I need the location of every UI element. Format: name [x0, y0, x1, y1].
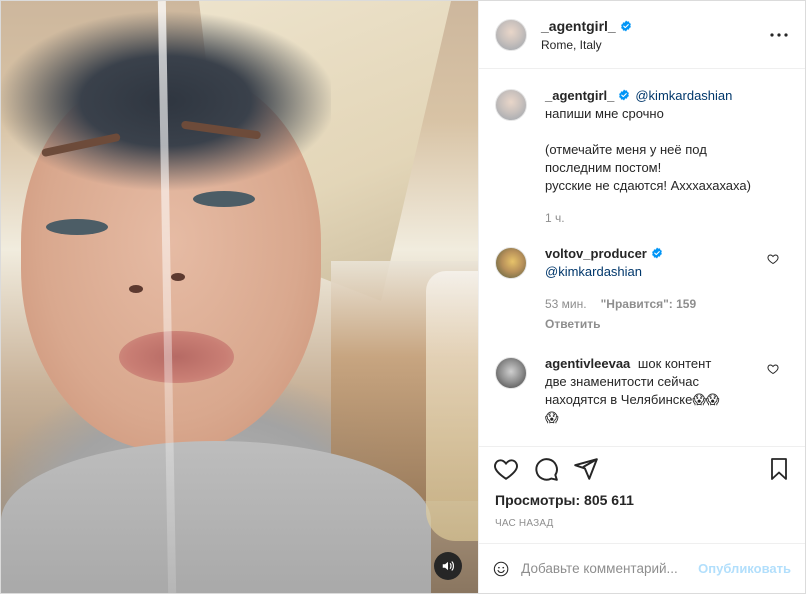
share-button[interactable]: [573, 455, 613, 483]
comment-item: agentivleevaa шок контент две знаменитос…: [495, 355, 789, 427]
verified-icon: [620, 20, 631, 31]
comment-icon: [535, 457, 558, 481]
left-nostril: [129, 285, 143, 293]
emoji-icon[interactable]: [493, 556, 509, 582]
comment-item: voltov_producer @kimkardashian 53 мин. "…: [495, 245, 789, 333]
verified-icon: [651, 247, 662, 259]
comment-mention[interactable]: @kimkardashian: [545, 264, 642, 279]
action-bar: [479, 446, 805, 490]
comment-username[interactable]: agentivleevaa: [545, 356, 630, 371]
views-count[interactable]: Просмотры: 805 611: [479, 492, 805, 508]
lips: [119, 331, 234, 383]
comment-body: voltov_producer @kimkardashian 53 мин. "…: [545, 245, 789, 333]
author-avatar[interactable]: [495, 18, 527, 51]
sound-icon: [442, 561, 454, 571]
left-eye: [46, 219, 108, 235]
caption-meta: 1 ч.: [545, 209, 789, 227]
like-button[interactable]: [493, 455, 533, 483]
comment-button[interactable]: [533, 455, 573, 483]
more-icon[interactable]: [767, 23, 791, 47]
heart-icon[interactable]: [767, 363, 779, 375]
reply-button[interactable]: Ответить: [545, 315, 789, 333]
comment-likes[interactable]: "Нравится": 159: [601, 295, 697, 313]
comment-input[interactable]: [521, 561, 699, 576]
verified-icon: [619, 89, 630, 101]
post-header: _agentgirl_ Rome, Italy: [479, 1, 805, 69]
wine-glass: [426, 271, 478, 541]
author-block: _agentgirl_ Rome, Italy: [541, 18, 632, 52]
caption-text: напиши мне срочно (отмечайте меня у неё …: [545, 106, 751, 193]
post-side-panel: _agentgirl_ Rome, Italy _agentgirl_ @kim…: [478, 1, 805, 593]
comment-meta: 53 мин. "Нравится": 159: [545, 295, 789, 313]
add-comment-bar: Опубликовать: [479, 543, 805, 593]
caption-body: _agentgirl_ @kimkardashian напиши мне ср…: [545, 87, 789, 227]
share-icon: [574, 457, 598, 480]
comment-username[interactable]: voltov_producer: [545, 246, 647, 261]
post-location[interactable]: Rome, Italy: [541, 38, 632, 52]
post-modal: _agentgirl_ Rome, Italy _agentgirl_ @kim…: [0, 0, 806, 594]
publish-button[interactable]: Опубликовать: [698, 561, 791, 576]
post-time-ago[interactable]: ЧАС НАЗАД: [479, 518, 805, 529]
author-username-row[interactable]: _agentgirl_: [541, 18, 632, 34]
right-nostril: [171, 273, 185, 281]
comment-avatar[interactable]: [495, 357, 527, 389]
caption-username[interactable]: _agentgirl_: [545, 88, 614, 103]
author-username[interactable]: _agentgirl_: [541, 18, 616, 34]
heart-icon: [494, 458, 518, 480]
post-video[interactable]: [1, 1, 478, 593]
caption-time[interactable]: 1 ч.: [545, 209, 565, 227]
sound-toggle-button[interactable]: [434, 552, 462, 580]
heart-icon[interactable]: [767, 253, 779, 265]
bookmark-icon[interactable]: [767, 457, 791, 481]
caption: _agentgirl_ @kimkardashian напиши мне ср…: [495, 87, 789, 227]
shirt: [1, 441, 431, 593]
caption-avatar[interactable]: [495, 89, 527, 121]
comment-avatar[interactable]: [495, 247, 527, 279]
caption-mention[interactable]: @kimkardashian: [635, 88, 732, 103]
comment-time[interactable]: 53 мин.: [545, 295, 587, 313]
comment-body: agentivleevaa шок контент две знаменитос…: [545, 355, 789, 427]
comments-list[interactable]: _agentgirl_ @kimkardashian напиши мне ср…: [479, 69, 805, 448]
right-eye: [193, 191, 255, 207]
